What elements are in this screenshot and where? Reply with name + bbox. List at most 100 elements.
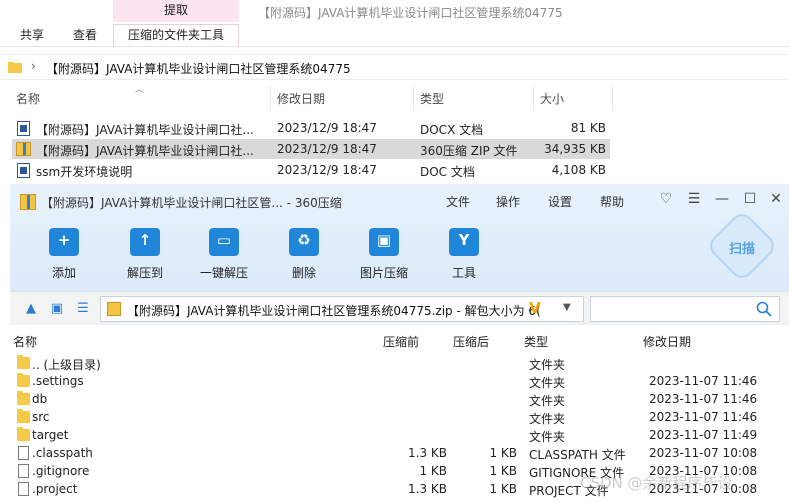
entry-date: 2023-11-07 11:49 <box>649 428 758 442</box>
file-name: ssm开发环境说明 <box>36 165 133 179</box>
skin-icon[interactable]: ♡ <box>657 190 675 208</box>
archive-path-field[interactable]: 【附源码】JAVA计算机毕业设计闸口社区管理系统04775.zip - 解包大小… <box>100 296 584 322</box>
file-row[interactable]: 【附源码】JAVA计算机毕业设计闸口社... 2023/12/9 18:47 D… <box>12 118 610 138</box>
archive-row[interactable]: target 文件夹 2023-11-07 11:49 <box>10 426 789 444</box>
watermark: CSDN @余新程序毕设 <box>580 474 733 492</box>
add-button[interactable]: + 添加 <box>29 224 99 284</box>
tab-compressed-folder-tools[interactable]: 压缩的文件夹工具 <box>113 24 239 47</box>
file-icon <box>18 446 29 460</box>
column-divider[interactable] <box>413 86 414 110</box>
file-row-selected[interactable]: 【附源码】JAVA计算机毕业设计闸口社... 2023/12/9 18:47 3… <box>12 139 610 159</box>
entry-size-after: 1 KB <box>489 464 517 478</box>
column-compressed-size[interactable]: 压缩后 <box>453 333 489 350</box>
search-input[interactable] <box>590 296 780 322</box>
folder-icon <box>8 62 22 73</box>
breadcrumb-path[interactable]: 【附源码】JAVA计算机毕业设计闸口社区管理系统04775 <box>46 60 351 77</box>
column-name[interactable]: 名称 <box>16 90 40 107</box>
delete-label: 删除 <box>291 266 316 280</box>
menu-help[interactable]: 帮助 <box>600 193 624 210</box>
file-icon <box>18 482 29 496</box>
contextual-tab-extract[interactable]: 提取 <box>113 0 239 22</box>
tab-share[interactable]: 共享 <box>20 25 44 46</box>
file-date: 2023/12/9 18:47 <box>277 121 377 135</box>
file-type: DOCX 文档 <box>420 123 484 137</box>
entry-type: 文件夹 <box>529 412 566 426</box>
scan-button[interactable]: 扫描 <box>705 209 779 283</box>
entry-date: 2023-11-07 11:46 <box>649 374 758 388</box>
tools-label: 工具 <box>451 266 476 280</box>
folder-icon <box>17 355 30 369</box>
delete-button[interactable]: ♻ 删除 <box>269 224 339 284</box>
entry-name: db <box>32 392 48 406</box>
image-compress-icon: ▣ <box>369 228 399 256</box>
menu-operation[interactable]: 操作 <box>496 193 520 210</box>
file-icon <box>18 464 29 478</box>
chevron-down-icon[interactable]: ▼ <box>563 302 571 313</box>
file-date: 2023/12/9 18:47 <box>277 142 377 156</box>
extract-to-button[interactable]: ↑ 解压到 <box>110 224 180 284</box>
window-title: 【附源码】JAVA计算机毕业设计闸口社区管理系统04775 <box>258 6 563 20</box>
tab-view[interactable]: 查看 <box>73 25 97 46</box>
archive-row[interactable]: .settings 文件夹 2023-11-07 11:46 <box>10 372 789 390</box>
column-type[interactable]: 类型 <box>420 90 444 107</box>
thumbnail-view-icon[interactable]: ▣ <box>50 302 64 316</box>
entry-date: 2023-11-07 11:46 <box>649 410 758 424</box>
archive-row[interactable]: .classpath 1.3 KB 1 KB CLASSPATH 文件 2023… <box>10 444 789 462</box>
breadcrumb-separator[interactable]: › <box>31 59 36 73</box>
tools-icon: Y <box>449 228 479 256</box>
up-level-icon[interactable]: ▲ <box>24 302 38 316</box>
search-icon[interactable] <box>756 301 772 317</box>
column-size[interactable]: 大小 <box>540 90 564 107</box>
column-date[interactable]: 修改日期 <box>277 90 325 107</box>
entry-type: 文件夹 <box>529 358 566 372</box>
column-type[interactable]: 类型 <box>524 333 548 350</box>
zip-window: 【附源码】JAVA计算机毕业设计闸口社区管... - 360压缩 文件 操作 设… <box>10 184 789 503</box>
column-name[interactable]: 名称 <box>13 333 37 350</box>
entry-name: .classpath <box>32 446 93 460</box>
sort-ascending-icon: ︿ <box>135 85 145 95</box>
vip-badge-icon[interactable]: V <box>529 299 541 317</box>
file-size: 34,935 KB <box>544 142 606 156</box>
menu-file[interactable]: 文件 <box>446 193 470 210</box>
zip-app-icon <box>20 194 36 210</box>
zip-navigation-bar: ▲ ▣ ☰ 【附源码】JAVA计算机毕业设计闸口社区管理系统04775.zip … <box>10 291 789 325</box>
close-icon[interactable]: ✕ <box>767 190 785 208</box>
add-label: 添加 <box>51 266 76 280</box>
menu-settings[interactable]: 设置 <box>548 193 572 210</box>
column-divider[interactable] <box>612 86 613 110</box>
entry-size-before: 1.3 KB <box>408 482 447 496</box>
entry-size-before: 1 KB <box>419 464 447 478</box>
one-click-extract-button[interactable]: ▭ 一键解压 <box>189 224 259 284</box>
tools-button[interactable]: Y 工具 <box>429 224 499 284</box>
entry-type: 文件夹 <box>529 430 566 444</box>
one-click-extract-icon: ▭ <box>209 228 239 256</box>
feedback-icon[interactable]: ☰ <box>685 190 703 208</box>
zip-header: 【附源码】JAVA计算机毕业设计闸口社区管... - 360压缩 文件 操作 设… <box>10 184 789 291</box>
file-row[interactable]: ssm开发环境说明 2023/12/9 18:47 DOC 文档 4,108 K… <box>12 160 610 180</box>
zip-window-title: 【附源码】JAVA计算机毕业设计闸口社区管... - 360压缩 <box>41 196 342 210</box>
minimize-icon[interactable]: — <box>713 190 731 208</box>
zip-archive-icon <box>16 142 31 156</box>
archive-path-text: 【附源码】JAVA计算机毕业设计闸口社区管理系统04775.zip - 解包大小… <box>127 304 541 318</box>
file-type: 360压缩 ZIP 文件 <box>420 144 518 158</box>
entry-name: src <box>32 410 50 424</box>
entry-name: .. (上级目录) <box>32 358 101 372</box>
list-view-icon[interactable]: ☰ <box>76 302 90 316</box>
entry-size-after: 1 KB <box>489 482 517 496</box>
maximize-icon[interactable]: ☐ <box>741 190 759 208</box>
column-modified[interactable]: 修改日期 <box>643 333 691 350</box>
image-compress-button[interactable]: ▣ 图片压缩 <box>349 224 419 284</box>
column-original-size[interactable]: 压缩前 <box>383 333 419 350</box>
archive-row[interactable]: src 文件夹 2023-11-07 11:46 <box>10 408 789 426</box>
entry-name: target <box>32 428 69 442</box>
archive-row[interactable]: db 文件夹 2023-11-07 11:46 <box>10 390 789 408</box>
folder-icon <box>17 427 30 441</box>
address-bar[interactable]: › 【附源码】JAVA计算机毕业设计闸口社区管理系统04775 <box>0 54 789 80</box>
column-divider[interactable] <box>270 86 271 110</box>
add-icon: + <box>49 228 79 256</box>
column-divider[interactable] <box>533 86 534 110</box>
word-doc-icon <box>17 163 30 178</box>
archive-row[interactable]: .. (上级目录) 文件夹 <box>10 354 789 372</box>
folder-icon <box>17 391 30 405</box>
entry-date: 2023-11-07 10:08 <box>649 446 758 460</box>
